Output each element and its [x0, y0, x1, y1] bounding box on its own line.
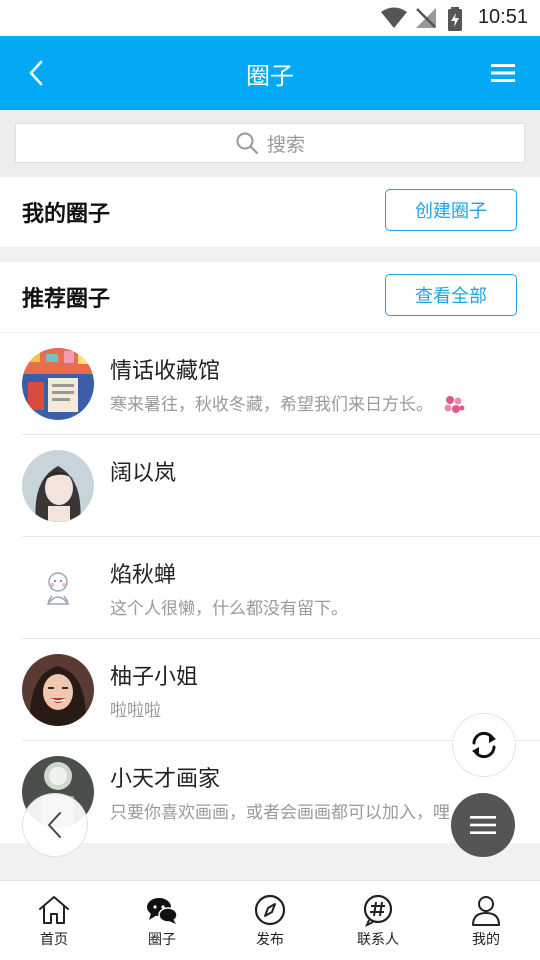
search-input[interactable]: 搜索 [15, 123, 525, 163]
list-item[interactable]: 情话收藏馆 寒来暑往，秋收冬藏，希望我们来日方长。 [0, 333, 540, 435]
tab-label: 首页 [40, 932, 68, 948]
list-item[interactable]: 焰秋蝉 这个人很懒，什么都没有留下。 [0, 537, 540, 639]
tab-contacts[interactable]: 联系人 [324, 881, 432, 960]
view-all-button[interactable]: 查看全部 [385, 274, 517, 316]
hamburger-menu-icon[interactable] [490, 60, 516, 86]
circle-description: 这个人很懒，什么都没有留下。 [110, 599, 348, 619]
wifi-icon [381, 7, 407, 28]
search-icon [236, 132, 259, 155]
hashtag-bubble-icon [363, 894, 393, 927]
circle-name: 柚子小姐 [110, 665, 199, 690]
compass-icon [254, 894, 286, 926]
circle-list: 情话收藏馆 寒来暑往，秋收冬藏，希望我们来日方长。 阔以岚 焰秋蝉 这个人很懒，… [0, 333, 540, 843]
circle-name: 阔以岚 [110, 461, 177, 486]
status-bar: 10:51 [0, 0, 540, 36]
list-item[interactable]: 阔以岚 [0, 435, 540, 537]
recommended-circles-section: 推荐圈子 查看全部 [0, 262, 540, 332]
person-icon [472, 896, 500, 926]
home-icon [39, 896, 69, 924]
tab-circles[interactable]: 圈子 [108, 881, 216, 960]
circle-description: 寒来暑往，秋收冬藏，希望我们来日方长。 [110, 390, 466, 416]
tab-label: 圈子 [148, 932, 176, 948]
circle-name: 小天才画家 [110, 767, 221, 792]
my-circles-section: 我的圈子 创建圈子 [0, 177, 540, 247]
recommended-circles-title: 推荐圈子 [22, 287, 111, 312]
page-title: 圈子 [246, 62, 294, 90]
avatar [22, 654, 94, 726]
search-placeholder: 搜索 [266, 133, 305, 156]
avatar [22, 348, 94, 420]
app-bar: 圈子 [0, 36, 540, 110]
refresh-icon [472, 731, 496, 759]
circle-description: 啦啦啦 [110, 701, 161, 721]
tab-label: 联系人 [357, 932, 399, 948]
tab-label: 发布 [256, 932, 284, 948]
floating-back-button[interactable] [22, 793, 88, 857]
circle-name: 情话收藏馆 [110, 359, 221, 384]
clock: 10:51 [477, 6, 528, 28]
avatar [22, 552, 94, 624]
chat-bubbles-icon [147, 898, 178, 924]
circle-name: 焰秋蝉 [110, 563, 177, 588]
circle-description: 只要你喜欢画画，或者会画画都可以加入，哩 [110, 803, 450, 823]
hamburger-menu-icon [470, 816, 496, 834]
tab-home[interactable]: 首页 [0, 881, 108, 960]
chevron-left-icon [48, 812, 61, 838]
battery-charging-icon [448, 7, 462, 31]
tab-publish[interactable]: 发布 [216, 881, 324, 960]
tab-label: 我的 [472, 932, 500, 948]
my-circles-title: 我的圈子 [22, 202, 111, 227]
flower-icon [444, 396, 465, 413]
floating-menu-button[interactable] [451, 793, 515, 857]
avatar [22, 450, 94, 522]
refresh-button[interactable] [452, 713, 516, 777]
tab-me[interactable]: 我的 [432, 881, 540, 960]
create-circle-button[interactable]: 创建圈子 [385, 189, 517, 231]
no-signal-icon [416, 8, 436, 28]
search-bar-container: 搜索 [0, 110, 540, 176]
bottom-tab-bar: 首页 圈子 发布 联系人 我的 [0, 880, 540, 960]
